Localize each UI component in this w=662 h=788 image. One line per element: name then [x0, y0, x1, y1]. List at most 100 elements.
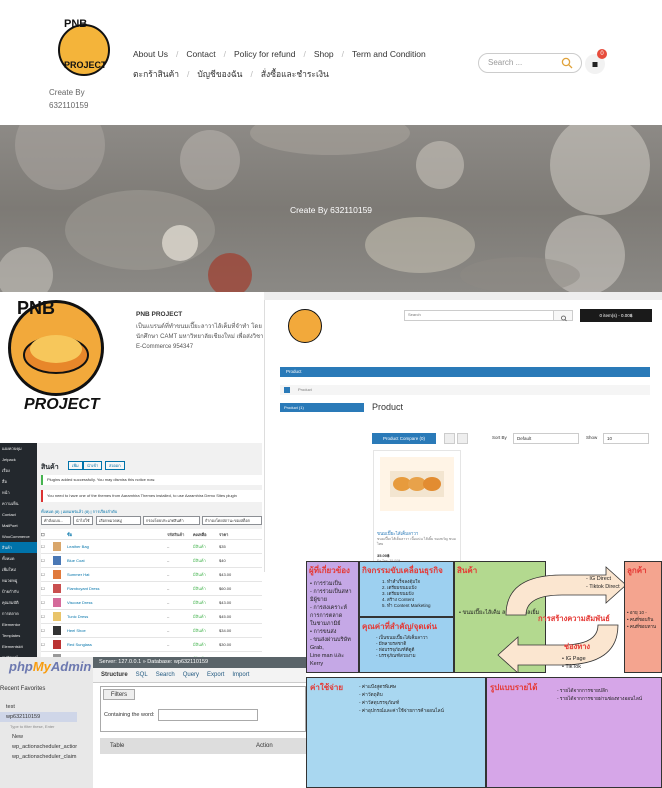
logo-big-text: PNB	[17, 298, 56, 318]
activity-item: 5. ทำ Content Marketing	[382, 603, 431, 608]
wp-menu-item[interactable]: Contact	[0, 509, 37, 520]
row-name[interactable]: Heel Shoe	[67, 628, 167, 633]
tab-query[interactable]: Query	[183, 672, 199, 678]
table-row[interactable]: ☐ Red Sunglass – มีสินค้า $30.00	[41, 638, 262, 652]
table-row[interactable]: ☐ Leather Bag – มีสินค้า $35	[41, 540, 262, 554]
wp-menu-item[interactable]: Elementskit	[0, 641, 37, 652]
col-sku[interactable]: รหัสสินค้า	[167, 531, 193, 538]
tab-sql[interactable]: SQL	[136, 672, 148, 678]
show-select[interactable]: 10	[603, 433, 649, 444]
shop-menu-bar[interactable]: Product	[280, 367, 650, 377]
wp-menu-item-products[interactable]: สินค้า	[0, 542, 37, 553]
tree-filter-input[interactable]: Type to filter these, Enter	[0, 722, 77, 732]
wp-menu-item[interactable]: หน้า	[0, 487, 37, 498]
grid-view-icon[interactable]	[457, 433, 468, 444]
table-row[interactable]: ☐ Heel Shoe – มีสินค้า $34.00	[41, 624, 262, 638]
shop-search-button[interactable]	[553, 310, 573, 322]
sort-select[interactable]: Default	[513, 433, 579, 444]
stock-filter[interactable]: กำกองโดยสถานะของสต็อก	[202, 516, 262, 525]
tab-import[interactable]: Import	[232, 672, 249, 678]
logo-php: php	[9, 659, 33, 674]
apply-button[interactable]: นำไปใช้	[73, 516, 93, 525]
col-price[interactable]: ราคา	[219, 531, 241, 538]
wp-menu-item[interactable]: คุณสมบัติ	[0, 597, 37, 608]
col-name[interactable]: ชื่อ	[67, 531, 167, 538]
phpmyadmin-logo[interactable]: phpMyAdmin	[9, 659, 91, 674]
wp-export-button[interactable]: ส่งออก	[105, 461, 125, 470]
tab-structure[interactable]: Structure	[101, 672, 128, 678]
row-name[interactable]: Viscose Dress	[67, 600, 167, 605]
nav-terms[interactable]: Term and Condition	[352, 49, 426, 59]
containing-word-input[interactable]	[158, 709, 258, 721]
nav-cart[interactable]: ตะกร้าสินค้า	[133, 67, 179, 81]
product-thumbnail[interactable]	[53, 542, 61, 551]
nav-refund[interactable]: Policy for refund	[234, 49, 295, 59]
db-new-table[interactable]: New	[0, 732, 77, 742]
table-row[interactable]: ☐ Summer Hat – มีสินค้า $43.00	[41, 568, 262, 582]
bulk-action-select[interactable]: คำสั่งแบบ...	[41, 516, 71, 525]
row-name[interactable]: Flamboyant Dress	[67, 586, 167, 591]
wp-menu-item[interactable]: ป้ายกำกับ	[0, 586, 37, 597]
db-item[interactable]: test	[0, 702, 77, 712]
wp-status-filter[interactable]: ทั้งหมด (8) | เผยแพร่แล้ว (8) | การเรียง…	[41, 508, 117, 515]
product-name[interactable]: ขนมเปี๊ยะไส้เค็มลาวา	[377, 530, 418, 537]
product-compare-button[interactable]: Product Compare (0)	[372, 433, 436, 444]
row-name[interactable]: Summer Hat	[67, 572, 167, 577]
nav-shop[interactable]: Shop	[314, 49, 334, 59]
shop-cart-button[interactable]: 0 item(s) - 0.00฿	[580, 309, 652, 322]
wp-menu-item[interactable]: Jetpack	[0, 454, 37, 465]
product-thumbnail[interactable]	[53, 584, 61, 593]
wp-menu-item[interactable]: หมวดหมู่	[0, 575, 37, 586]
product-thumbnail[interactable]	[53, 570, 61, 579]
list-view-icon[interactable]	[444, 433, 455, 444]
product-thumbnail[interactable]	[53, 612, 61, 621]
wp-menu-item[interactable]: MailPoet	[0, 520, 37, 531]
row-name[interactable]: Blue Coat	[67, 558, 167, 563]
col-table[interactable]: Table	[110, 738, 124, 754]
pma-recent-favorites[interactable]: Recent Favorites	[0, 686, 45, 692]
nav-account[interactable]: บัญชีของฉัน	[197, 67, 242, 81]
search-icon[interactable]	[561, 57, 573, 69]
db-table-item[interactable]: wp_actionscheduler_claim	[0, 752, 77, 762]
product-thumbnail[interactable]	[53, 556, 61, 565]
nav-contact[interactable]: Contact	[186, 49, 215, 59]
wp-menu-item[interactable]: ทั้งหมด	[0, 553, 37, 564]
shop-category-heading[interactable]: Product (1)	[280, 403, 364, 412]
row-name[interactable]: Leather Bag	[67, 544, 167, 549]
wp-menu-item[interactable]: สื่อ	[0, 476, 37, 487]
home-icon[interactable]	[284, 387, 290, 393]
tab-search[interactable]: Search	[156, 672, 175, 678]
product-image[interactable]	[380, 457, 454, 511]
category-filter[interactable]: เลือกหมวดหมู่	[96, 516, 141, 525]
product-thumbnail[interactable]	[53, 640, 61, 649]
product-thumbnail[interactable]	[53, 626, 61, 635]
nav-checkout[interactable]: สั่งซื้อและชำระเงิน	[261, 67, 329, 81]
wp-menu-item[interactable]: แผงควบคุม	[0, 443, 37, 454]
row-name[interactable]: Tunic Dress	[67, 614, 167, 619]
table-row[interactable]: ☐ Flamboyant Dress – มีสินค้า $60.00	[41, 582, 262, 596]
wp-menu-item[interactable]: Templates	[0, 630, 37, 641]
table-row[interactable]: ☐ Viscose Dress – มีสินค้า $43.00	[41, 596, 262, 610]
shop-logo[interactable]	[288, 309, 322, 343]
wp-menu-item[interactable]: การตลาด	[0, 608, 37, 619]
wp-menu-item[interactable]: เรื่อง	[0, 465, 37, 476]
db-item-selected[interactable]: wp632110159	[0, 712, 78, 722]
table-row[interactable]: ☐ Tunic Dress – มีสินค้า $45.00	[41, 610, 262, 624]
table-row[interactable]: ☐ Blue Coat – มีสินค้า $40	[41, 554, 262, 568]
wp-import-button[interactable]: นำเข้า	[83, 461, 103, 470]
wp-add-button[interactable]: เพิ่ม	[68, 461, 83, 470]
pma-breadcrumb[interactable]: Server: 127.0.0.1 » Database: wp63211015…	[93, 657, 306, 668]
wp-menu-item[interactable]: Elementor	[0, 619, 37, 630]
checkbox[interactable]: ☐	[41, 532, 53, 537]
nav-about[interactable]: About Us	[133, 49, 168, 59]
db-table-item[interactable]: wp_actionscheduler_actior	[0, 742, 77, 752]
shop-search-input[interactable]: Search	[404, 310, 554, 321]
product-thumbnail[interactable]	[53, 598, 61, 607]
wp-menu-item[interactable]: ความเห็น	[0, 498, 37, 509]
product-type-filter[interactable]: กรองโดยประเภทสินค้า	[143, 516, 200, 525]
wp-menu-item[interactable]: เพิ่มใหม่	[0, 564, 37, 575]
shop-breadcrumb[interactable]: Product	[280, 385, 650, 395]
row-name[interactable]: Red Sunglass	[67, 642, 167, 647]
wp-menu-item[interactable]: WooCommerce	[0, 531, 37, 542]
tab-export[interactable]: Export	[207, 672, 224, 678]
